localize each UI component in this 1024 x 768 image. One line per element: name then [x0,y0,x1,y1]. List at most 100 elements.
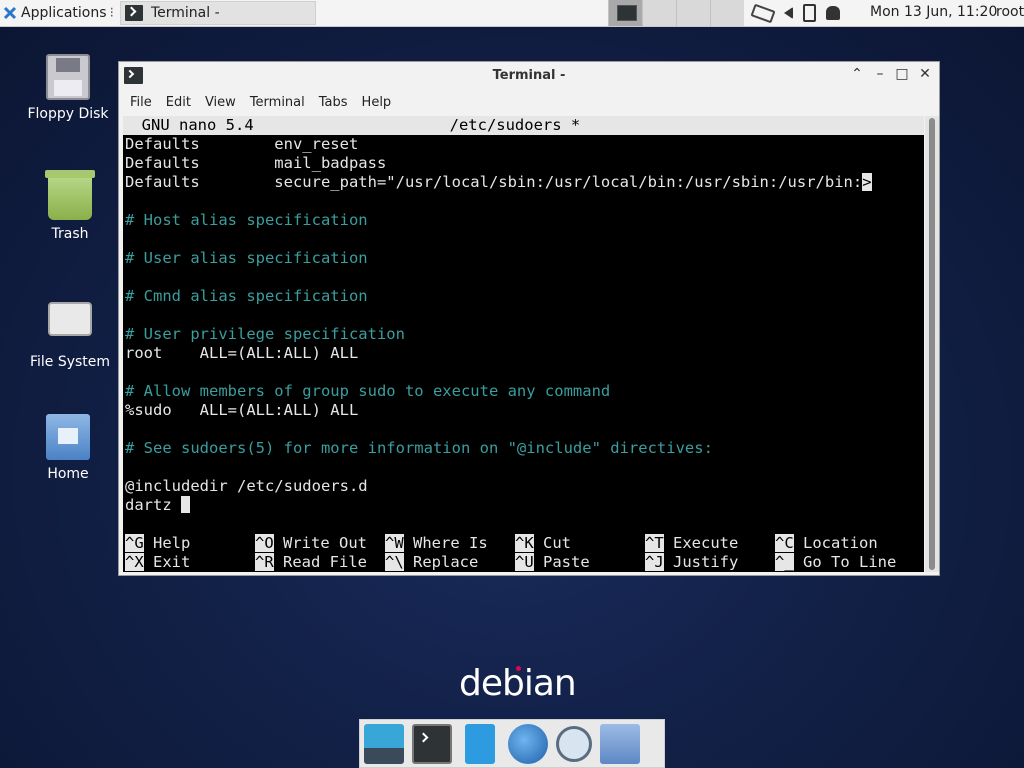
buffer-line: @includedir /etc/sudoers.d [125,477,368,495]
taskbar-terminal-label: Terminal - [150,5,220,21]
buffer-line: Defaults mail_badpass [125,154,387,172]
shortcut-item: ^K Cut [515,534,571,553]
shortcut-key: ^O [255,534,274,552]
shortcut-item: ^J Justify [645,553,738,572]
shortcut-item: ^\ Replace [385,553,478,572]
user-menu[interactable]: root [996,4,1024,20]
terminal-launcher-icon[interactable] [412,723,452,764]
shortcut-key: ^U [515,553,534,571]
desktop-icon-home[interactable]: Home [18,414,118,482]
applications-label: Applications [21,5,107,21]
buffer-comment-line: # User alias specification [125,249,368,267]
text-cursor [181,496,190,513]
hard-drive-icon [48,302,92,348]
clock[interactable]: Mon 13 Jun, 11:20 [870,4,997,20]
buffer-line: root ALL=(ALL:ALL) ALL [125,344,359,362]
buffer-line: Defaults env_reset [125,135,359,153]
menubar: File Edit View Terminal Tabs Help [119,90,939,114]
desktop-icon-floppy-disk[interactable]: Floppy Disk [18,54,118,122]
shortcut-label: Cut [533,534,571,552]
shortcut-label: Execute [663,534,739,552]
buffer-comment-line: # Cmnd alias specification [125,287,368,305]
workspace-switcher [608,0,744,26]
shortcut-label: Exit [143,553,191,571]
terminal-icon [124,5,143,21]
menu-help[interactable]: Help [355,95,399,110]
shortcut-key: ^R [255,553,274,571]
web-browser-icon[interactable] [508,723,548,764]
buffer-comment-line: # User privilege specification [125,325,405,343]
shortcut-label: Write Out [273,534,367,552]
shortcut-key: ^_ [775,553,794,571]
desktop-icon-file-system[interactable]: File System [20,294,120,370]
battery-icon[interactable] [803,4,816,22]
shortcut-label: Replace [403,553,479,571]
terminal-scrollbar[interactable] [925,116,939,572]
buffer-comment-line: # See sudoers(5) for more information on… [125,439,713,457]
window-title: Terminal - [492,68,566,83]
maximize-button[interactable]: □ [893,66,911,82]
desktop-icon-label: Floppy Disk [27,106,109,122]
buffer-line: Defaults secure_path="/usr/local/sbin:/u… [125,173,872,191]
shortcut-key: ^X [125,553,144,571]
shortcut-key: ^\ [385,553,404,571]
shortcut-item: ^_ Go To Line [775,553,896,572]
file-manager-icon[interactable] [465,723,495,764]
menu-view[interactable]: View [198,95,243,110]
desktop-icon-label: Home [47,466,89,482]
floppy-disk-icon [46,54,90,100]
buffer-line: %sudo ALL=(ALL:ALL) ALL [125,401,359,419]
home-folder-icon [46,414,90,460]
nano-header: GNU nano 5.4 /etc/sudoers * [123,116,924,135]
desktop-icon-label: Trash [51,226,89,242]
minimize-button[interactable]: – [871,66,889,82]
shortcut-item: ^W Where Is [385,534,488,553]
folder-icon[interactable] [600,723,640,764]
shortcut-label: Justify [663,553,739,571]
terminal-window: Terminal - ⌃ – □ ✕ File Edit View Termin… [118,61,940,576]
debian-logo-dot [516,666,521,671]
buffer-comment-line: # Allow members of group sudo to execute… [125,382,611,400]
shortcut-key: ^W [385,534,404,552]
shortcut-key: ^G [125,534,144,552]
scrollbar-thumb[interactable] [929,118,935,570]
desktop-icon-label: File System [29,354,111,370]
shortcut-item: ^O Write Out [255,534,367,553]
buffer-comment-line: # Host alias specification [125,211,368,229]
app-finder-icon[interactable] [556,725,592,762]
workspace-3[interactable] [676,0,710,26]
shortcut-item: ^X Exit [125,553,190,572]
shortcut-item: ^G Help [125,534,190,553]
shortcut-item: ^U Paste [515,553,590,572]
terminal-content[interactable]: GNU nano 5.4 /etc/sudoers * Defaults env… [123,116,924,572]
window-titlebar[interactable]: Terminal - ⌃ – □ ✕ [119,62,939,90]
workspace-1[interactable] [608,0,642,26]
workspace-2[interactable] [642,0,676,26]
top-panel: Applications ⁝ Terminal - Mon 13 Jun, 11… [0,0,1024,27]
taskbar-terminal-button[interactable]: Terminal - [119,1,316,25]
menu-tabs[interactable]: Tabs [312,95,355,110]
applications-menu[interactable]: Applications ⁝ [0,0,118,26]
shortcut-label: Read File [273,553,367,571]
dock [359,719,665,768]
notification-bell-icon[interactable] [826,6,840,20]
volume-icon[interactable] [784,7,793,19]
shortcut-key: ^C [775,534,794,552]
menu-file[interactable]: File [123,95,159,110]
shortcut-label: Where Is [403,534,488,552]
show-desktop-icon[interactable] [364,723,404,764]
workspace-4[interactable] [710,0,744,26]
shortcut-label: Location [793,534,878,552]
shade-button[interactable]: ⌃ [848,66,866,82]
shortcut-key: ^K [515,534,534,552]
shortcut-label: Paste [533,553,590,571]
desktop-icon-trash[interactable]: Trash [20,170,120,242]
shortcut-label: Help [143,534,191,552]
network-icon[interactable] [750,3,776,23]
menu-edit[interactable]: Edit [159,95,198,110]
shortcut-label: Go To Line [793,553,897,571]
menu-separator-icon: ⁝ [109,5,114,21]
close-button[interactable]: ✕ [916,66,934,82]
menu-terminal[interactable]: Terminal [243,95,312,110]
shortcut-key: ^J [645,553,664,571]
